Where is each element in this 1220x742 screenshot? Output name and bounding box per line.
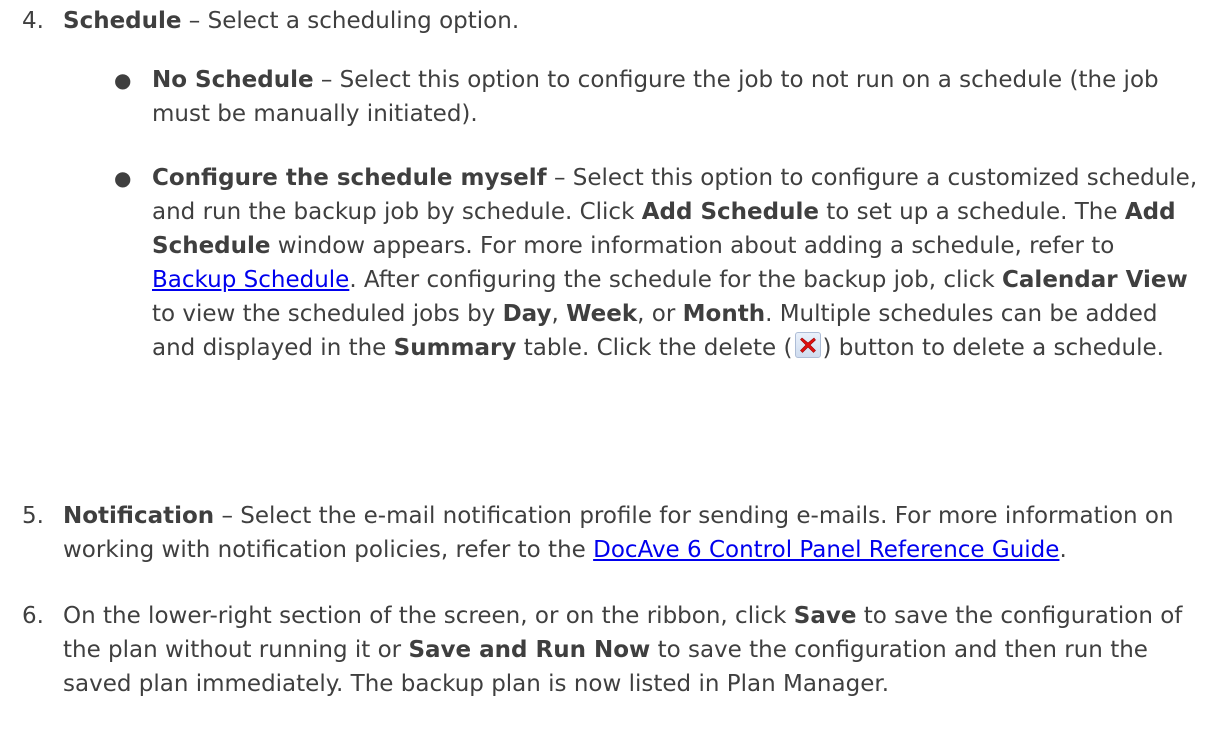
document-page: 4. Schedule – Select a scheduling option… xyxy=(0,0,1220,742)
bullet-configure-text: Configure the schedule myself – Select t… xyxy=(152,165,1198,361)
step-number: 5. xyxy=(22,503,44,529)
delete-x-icon xyxy=(794,332,821,358)
bullet-dot: ● xyxy=(114,166,132,190)
step-4-text: Schedule – Select a scheduling option. xyxy=(63,8,520,34)
bullet-no-schedule-text: No Schedule – Select this option to conf… xyxy=(152,67,1159,127)
bullet-dot: ● xyxy=(114,68,132,92)
step-title: Schedule xyxy=(63,8,182,34)
step-title: Notification xyxy=(63,503,215,529)
step-number: 6. xyxy=(22,603,44,629)
control-panel-guide-link[interactable]: DocAve 6 Control Panel Reference Guide xyxy=(593,537,1059,563)
step-number: 4. xyxy=(22,8,44,34)
step-5-text: Notification – Select the e-mail notific… xyxy=(63,503,1174,563)
backup-schedule-link[interactable]: Backup Schedule xyxy=(152,267,349,293)
step-6-text: On the lower-right section of the screen… xyxy=(63,603,1183,697)
